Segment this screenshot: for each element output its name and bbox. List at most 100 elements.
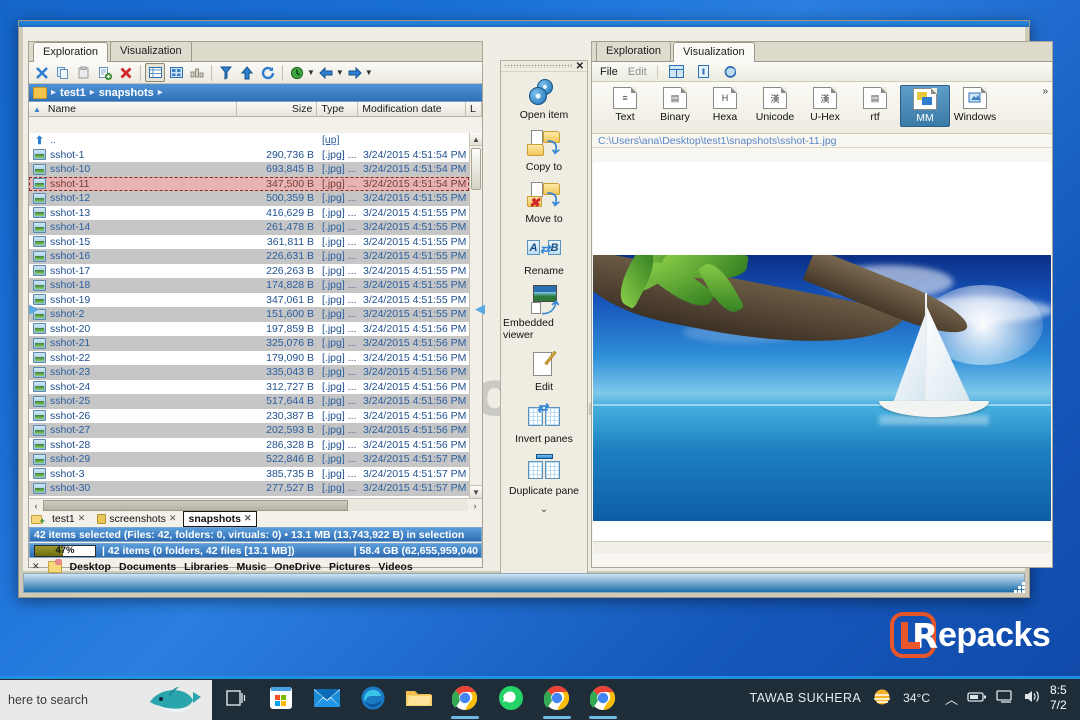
menu-file[interactable]: File [600,66,618,78]
view-button-windows[interactable]: Windows [950,85,1000,125]
copy-icon[interactable] [53,63,73,82]
table-row[interactable]: sshot-15 361,811 B [.jpg] ... 3/24/2015 4:5… [29,234,469,249]
column-header-type[interactable]: Type [317,102,359,116]
cortana-fish-icon[interactable] [148,686,202,717]
quicklink-pictures[interactable]: Pictures [329,561,370,573]
quicklink-libraries[interactable]: Libraries [184,561,228,573]
battery-icon[interactable] [967,690,987,707]
whatsapp-icon[interactable] [488,676,534,720]
table-row[interactable]: sshot-16 226,631 B [.jpg] ... 3/24/2015 4:5… [29,249,469,264]
table-row[interactable]: sshot-27 202,593 B [.jpg] ... 3/24/2015 4:5… [29,423,469,438]
tab-exploration-left[interactable]: Exploration [33,42,109,62]
new-tab-button[interactable]: + [31,513,45,525]
chrome-icon[interactable] [580,676,626,720]
info-icon[interactable] [695,64,712,79]
command-panel-more-chevron[interactable]: ⌄ [501,504,587,515]
table-row[interactable]: sshot-13 416,629 B [.jpg] ... 3/24/2015 4:5… [29,205,469,220]
tab-exploration-right[interactable]: Exploration [596,41,672,61]
up-level-icon[interactable] [237,63,257,82]
view-button-text[interactable]: ≡ Text [600,85,650,125]
command-move-to[interactable]: ⤵ ✖ Move to [501,176,587,228]
quicklink-onedrive[interactable]: OneDrive [274,561,321,573]
command-invert-panes[interactable]: ⇄ Invert panes [501,396,587,448]
refresh-icon[interactable] [258,63,278,82]
close-quicklinks-icon[interactable]: ✕ [32,561,40,572]
table-row[interactable]: sshot-23 335,043 B [.jpg] ... 3/24/2015 4:5… [29,365,469,380]
view-button-binary[interactable]: ▤ Binary [650,85,700,125]
chrome-icon[interactable] [442,676,488,720]
scroll-down-button[interactable]: ▼ [470,485,482,498]
edge-icon[interactable] [350,676,396,720]
toolbar-overflow-chevron[interactable]: » [1042,86,1048,97]
cut-icon[interactable] [32,63,52,82]
network-icon[interactable] [996,689,1014,707]
table-row[interactable]: sshot-2 151,600 B [.jpg] ... 3/24/2015 4:51… [29,307,469,322]
split-view-icon[interactable] [668,64,685,79]
properties-icon[interactable] [95,63,115,82]
forward-icon[interactable] [345,63,365,82]
close-tab-icon[interactable]: ✕ [169,513,177,524]
column-header-date[interactable]: Modification date [358,102,467,116]
window-resize-grip[interactable] [1011,579,1025,593]
table-row[interactable]: sshot-21 325,076 B [.jpg] ... 3/24/2015 4:5… [29,336,469,351]
table-row[interactable]: sshot-20 197,859 B [.jpg] ... 3/24/2015 4:5… [29,321,469,336]
table-row[interactable]: sshot-12 500,359 B [.jpg] ... 3/24/2015 4:5… [29,191,469,206]
left-pane-expand-arrow[interactable]: ▶ [29,302,39,315]
quicklink-music[interactable]: Music [237,561,267,573]
hscroll-track[interactable] [43,500,468,511]
close-icon[interactable]: ✕ [576,61,584,72]
tab-visualization-left[interactable]: Visualization [110,41,192,61]
column-header-l[interactable]: L [466,102,483,116]
history-dropdown-caret[interactable]: ▼ [307,68,315,77]
command-rename[interactable]: A B ⇄ Rename [501,228,587,280]
scroll-up-button[interactable]: ▲ [470,133,482,146]
breadcrumb-crumb-snapshots[interactable]: snapshots [99,87,154,99]
chrome-icon[interactable] [534,676,580,720]
view-button-hexa[interactable]: H Hexa [700,85,750,125]
back-dropdown-caret[interactable]: ▼ [336,68,344,77]
table-row[interactable]: sshot-28 286,328 B [.jpg] ... 3/24/2015 4:5… [29,437,469,452]
list-view-icon[interactable] [187,63,207,82]
table-row[interactable]: sshot-19 347,061 B [.jpg] ... 3/24/2015 4:5… [29,292,469,307]
table-row[interactable]: sshot-29 522,846 B [.jpg] ... 3/24/2015 4:5… [29,452,469,467]
close-tab-icon[interactable]: ✕ [78,513,86,524]
view-button-uhex[interactable]: 漢 U-Hex [800,85,850,125]
view-button-rtf[interactable]: ▤ rtf [850,85,900,125]
command-edit[interactable]: Edit [501,344,587,396]
table-row[interactable]: sshot-22 179,090 B [.jpg] ... 3/24/2015 4:5… [29,350,469,365]
table-row[interactable]: sshot-10 693,845 B [.jpg] ... 3/24/2015 4:5… [29,162,469,177]
command-panel-dragbar[interactable]: ✕ [501,61,587,72]
command-embedded-viewer[interactable]: ⤴ Embedded viewer [501,280,587,344]
delete-icon[interactable] [116,63,136,82]
back-icon[interactable] [316,63,336,82]
search-input[interactable]: here to search [0,680,212,720]
view-button-unicode[interactable]: 漢 Unicode [750,85,800,125]
tab-visualization-right[interactable]: Visualization [673,42,755,62]
thumbnails-view-icon[interactable] [166,63,186,82]
column-header-name[interactable]: ▲ Name [29,102,237,116]
preview-horizontal-scrollbar[interactable] [593,541,1051,553]
quicklink-videos[interactable]: Videos [378,561,412,573]
folder-tab-test1[interactable]: test1 ✕ [47,511,90,527]
column-header-size[interactable]: Size [237,102,318,116]
table-row[interactable]: sshot-30 277,527 B [.jpg] ... 3/24/2015 4:5… [29,481,469,496]
forward-dropdown-caret[interactable]: ▼ [365,68,373,77]
breadcrumb-crumb-test1[interactable]: test1 [60,87,86,99]
table-row[interactable]: sshot-25 517,644 B [.jpg] ... 3/24/2015 4:5… [29,394,469,409]
parent-dir-type[interactable]: [up] [318,134,359,146]
command-copy-to[interactable]: ⤵ Copy to [501,124,587,176]
table-row[interactable]: sshot-11 347,500 B [.jpg] ... 3/24/2015 4:5… [29,176,469,191]
details-view-icon[interactable] [145,63,165,82]
table-row[interactable]: sshot-3 385,735 B [.jpg] ... 3/24/2015 4:51… [29,466,469,481]
filter-icon[interactable] [216,63,236,82]
microsoft-store-icon[interactable] [258,676,304,720]
right-pane-collapse-arrow[interactable]: ◀ [475,302,485,315]
file-explorer-icon[interactable] [396,676,442,720]
hscroll-thumb[interactable] [43,500,348,511]
quicklink-documents[interactable]: Documents [119,561,176,573]
menu-edit[interactable]: Edit [628,66,647,78]
taskbar-clock[interactable]: 8:5 7/2 [1050,683,1076,713]
show-hidden-icons-chevron[interactable]: ︿ [945,689,958,708]
table-row[interactable]: sshot-17 226,263 B [.jpg] ... 3/24/2015 4:5… [29,263,469,278]
table-row[interactable]: sshot-14 261,478 B [.jpg] ... 3/24/2015 4:5… [29,220,469,235]
